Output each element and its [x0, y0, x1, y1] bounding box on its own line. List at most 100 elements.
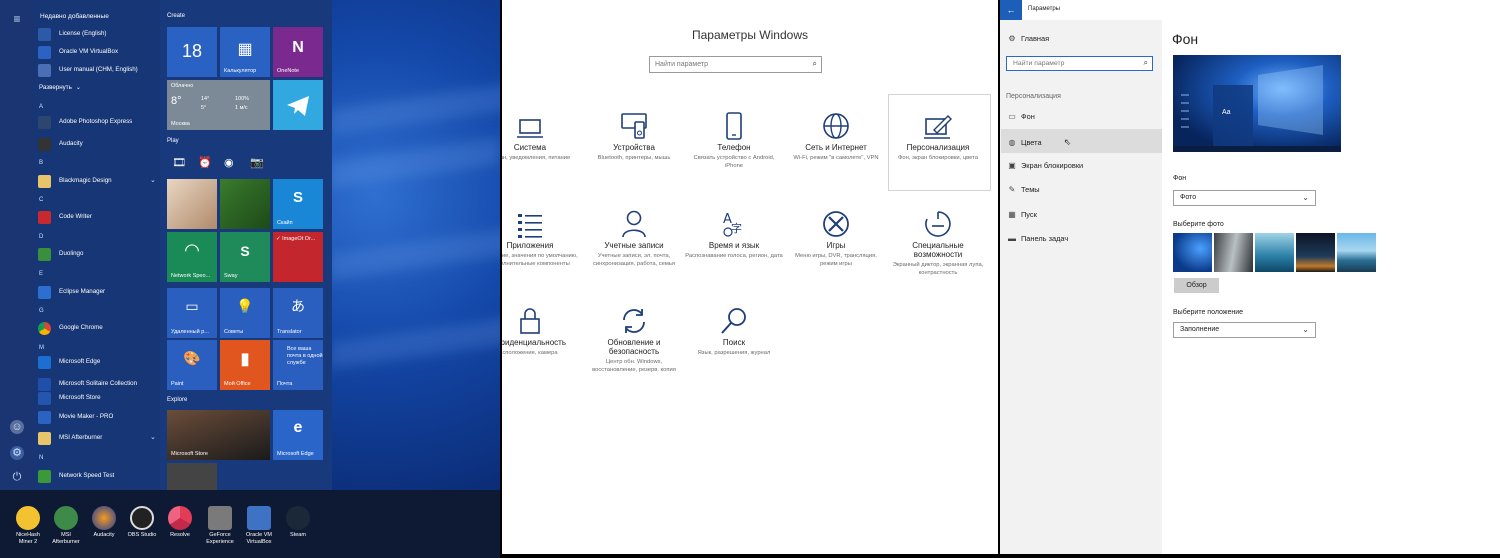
settings-gear-icon[interactable]: ⚙ [10, 446, 24, 460]
taskbar-item[interactable]: NiceHash Miner 2 [10, 506, 46, 545]
telegram-tile[interactable] [273, 80, 323, 130]
category-update[interactable]: Обновление и безопасность Центр обн. Win… [584, 305, 684, 374]
mail-tile[interactable]: Все ваша почта в одной службе Почта [273, 340, 323, 390]
category-network[interactable]: Сеть и Интернет Wi-Fi, режим "в самолете… [786, 110, 886, 162]
category-accounts[interactable]: Учетные записи Учетные записи, эл. почта… [584, 208, 684, 268]
photo-thumbnail[interactable] [1214, 233, 1253, 272]
photo-thumbnail[interactable] [1255, 233, 1294, 272]
nav-home[interactable]: ⚙ Главная [1006, 34, 1049, 43]
tile-label: Удаленный р... [171, 329, 209, 335]
letter-header[interactable]: G [39, 308, 44, 314]
nav-taskbar[interactable]: ▬ Панель задач [1006, 234, 1068, 243]
browse-button[interactable]: Обзор [1174, 278, 1219, 293]
nav-colors[interactable]: ◍ Цвета ⇖ [1006, 137, 1072, 148]
app-folder[interactable]: MSI Afterburner ⌄ [38, 429, 156, 447]
group-header-create[interactable]: Create [167, 13, 185, 19]
app-item[interactable]: License (English) [38, 25, 106, 43]
category-personalization[interactable]: Персонализация Фон, экран блокировки, цв… [888, 110, 988, 162]
search-placeholder: Найти параметр [1013, 60, 1065, 67]
calculator-tile[interactable]: ▦ Калькулятор [220, 27, 270, 77]
app-item[interactable]: User manual (CHM, English) [38, 61, 138, 79]
edge-tile[interactable]: e Microsoft Edge [273, 410, 323, 460]
app-item[interactable]: Network Speed Test [38, 467, 114, 485]
tips-tile[interactable]: 💡 Советы [220, 288, 270, 338]
game-tile[interactable] [220, 179, 270, 229]
app-item[interactable]: Audacity [38, 135, 83, 153]
app-item[interactable]: Code Writer [38, 208, 92, 226]
photo-thumbnail[interactable] [1296, 233, 1335, 272]
taskbar-item[interactable]: OBS Studio [124, 506, 160, 539]
app-item[interactable]: Google Chrome [38, 319, 103, 337]
photo-thumbnail[interactable] [1173, 233, 1212, 272]
app-item[interactable]: Adobe Photoshop Express [38, 113, 132, 131]
tile-label: Советы [224, 329, 244, 335]
category-apps[interactable]: Приложения Удаление, значения по умолчан… [502, 208, 580, 268]
app-item[interactable]: Oracle VM VirtualBox [38, 43, 118, 61]
category-phone[interactable]: Телефон Связать устройство с Android, iP… [684, 110, 784, 170]
power-icon[interactable]: ⏻ [10, 470, 24, 484]
letter-header[interactable]: B [39, 160, 43, 166]
themes-icon: ✎ [1008, 185, 1016, 194]
imageoit-tile[interactable]: ✓ ImageOt Or... [273, 232, 323, 282]
nav-lock-screen[interactable]: ▣ Экран блокировки [1006, 161, 1083, 170]
category-search[interactable]: Поиск Язык, разрешения, журнал [684, 305, 784, 357]
network-speed-tile[interactable]: ◠ Network Speo... [167, 232, 217, 282]
nav-start[interactable]: ▦ Пуск [1006, 210, 1037, 219]
taskbar-item[interactable]: MSI Afterburner [48, 506, 84, 545]
nav-label: Пуск [1021, 210, 1037, 219]
tile-label: OneNote [277, 68, 300, 74]
translator-tile[interactable]: あ Translator [273, 288, 323, 338]
search-input[interactable]: Найти параметр ⌕ [1006, 56, 1153, 71]
nav-label: Главная [1021, 34, 1050, 43]
letter-header[interactable]: E [39, 271, 43, 277]
app-item[interactable]: Eclipse Manager [38, 283, 105, 301]
app-item[interactable]: Movie Maker - PRO [38, 408, 113, 426]
app-item[interactable]: Duolingo [38, 245, 83, 263]
app-folder[interactable]: Blackmagic Design ⌄ [38, 172, 156, 190]
app-item[interactable]: Microsoft Store [38, 389, 101, 407]
onenote-tile[interactable]: N OneNote [273, 27, 323, 77]
app-item[interactable]: Microsoft Edge [38, 353, 100, 371]
taskbar-item[interactable]: Audacity [86, 506, 122, 539]
letter-header[interactable]: M [39, 345, 44, 351]
category-time-language[interactable]: A字 Время и язык Распознавание голоса, ре… [684, 208, 784, 260]
taskbar-item[interactable]: GeForce Experience [202, 506, 238, 545]
paint-tile[interactable]: 🎨 Paint [167, 340, 217, 390]
my-office-tile[interactable]: ▮ Мой Office [220, 340, 270, 390]
microsoft-store-tile[interactable]: Microsoft Store [167, 410, 270, 460]
category-privacy[interactable]: нфиденциальность сположение, камера [502, 305, 580, 357]
position-dropdown[interactable]: Заполнение ⌄ [1173, 322, 1316, 338]
skype-tile[interactable]: S Скайп [273, 179, 323, 229]
expand-toggle[interactable]: Развернуть ⌄ [39, 79, 81, 97]
partial-tile[interactable] [167, 463, 217, 490]
taskbar-item[interactable]: Resolve [162, 506, 198, 539]
category-gaming[interactable]: Игры Меню игры, DVR, трансляция, режим и… [786, 208, 886, 268]
calendar-tile[interactable]: 18 [167, 27, 217, 77]
hamburger-icon[interactable]: ≡ [10, 12, 24, 26]
nav-background[interactable]: ▭ Фон [1006, 112, 1035, 121]
remote-desktop-tile[interactable]: ▭ Удаленный р... [167, 288, 217, 338]
user-avatar-icon[interactable]: ☺ [10, 420, 24, 434]
letter-header[interactable]: N [39, 455, 43, 461]
play-folder-tile[interactable]: 🎞 ⏰ ◉ 📷 [167, 150, 270, 175]
background-type-dropdown[interactable]: Фото ⌄ [1173, 190, 1316, 206]
sway-tile[interactable]: S Sway [220, 232, 270, 282]
letter-header[interactable]: C [39, 197, 43, 203]
back-arrow-icon[interactable]: ← [1000, 0, 1022, 20]
nav-themes[interactable]: ✎ Темы [1006, 185, 1040, 194]
category-system[interactable]: Система Экран, уведомления, питание [502, 110, 580, 162]
category-devices[interactable]: Устройства Bluetooth, принтеры, мышь [584, 110, 684, 162]
gear-icon: ⚙ [1008, 34, 1016, 43]
group-header-play[interactable]: Play [167, 138, 179, 144]
letter-header[interactable]: A [39, 104, 43, 110]
weather-tile[interactable]: Облачно 8° 14° 5° 100% 1 м/с Москва [167, 80, 270, 130]
letter-header[interactable]: D [39, 234, 43, 240]
category-accessibility[interactable]: Специальные возможности Экранный диктор,… [888, 208, 988, 277]
taskbar-item[interactable]: Steam [280, 506, 316, 539]
group-header-explore[interactable]: Explore [167, 397, 187, 403]
fitness-app-tile[interactable] [167, 179, 217, 229]
weather-wind: 1 м/с [235, 105, 248, 111]
search-input[interactable]: Найти параметр ⌕ [649, 56, 822, 73]
taskbar-item[interactable]: Oracle VM VirtualBox [241, 506, 277, 545]
photo-thumbnail[interactable] [1337, 233, 1376, 272]
